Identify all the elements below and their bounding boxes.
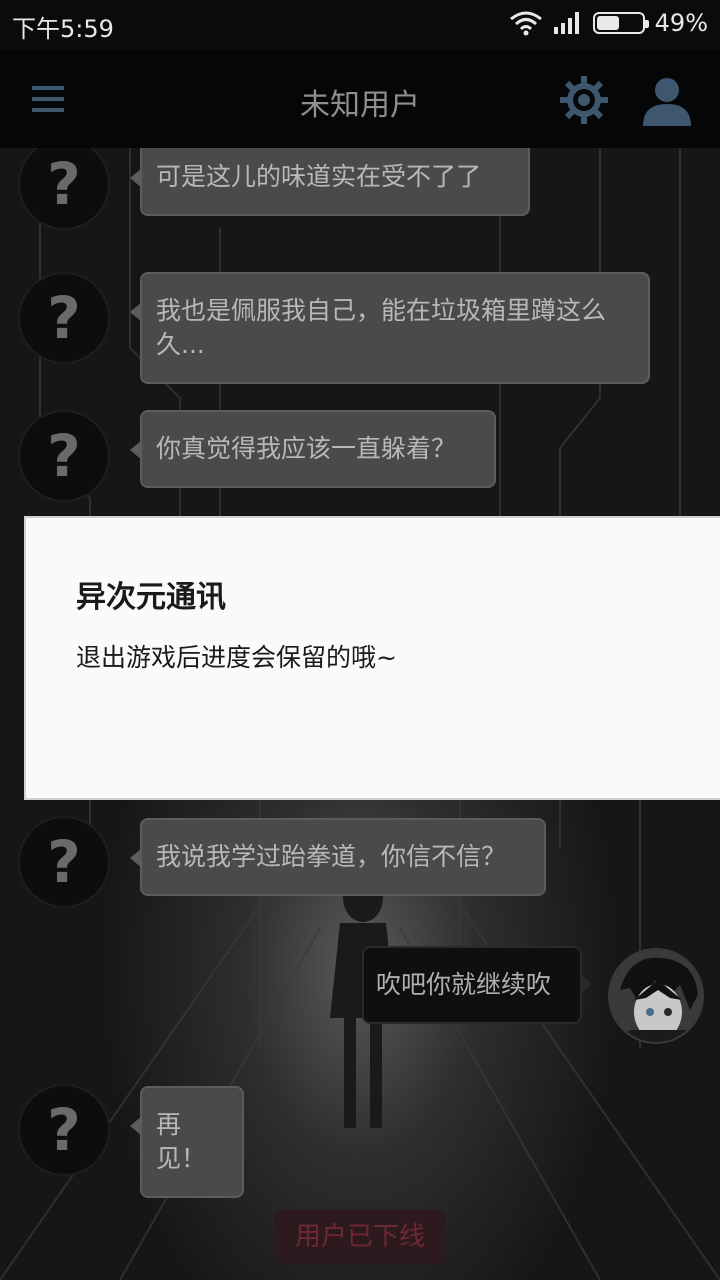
battery-percent: 49%: [654, 9, 708, 37]
user-avatar[interactable]: [608, 948, 704, 1044]
user-avatar-image: [610, 950, 702, 1042]
status-icons: 49%: [509, 9, 708, 37]
message-text: 我说我学过跆拳道，你信不信？: [156, 842, 507, 871]
message-bubble: 我说我学过跆拳道，你信不信？: [130, 818, 546, 896]
message-bubble: 你真觉得我应该一直躲着？: [130, 410, 496, 488]
dialog-message: 退出游戏后进度会保留的哦~: [76, 643, 397, 672]
status-time: 下午5:59: [12, 15, 114, 43]
dialog-title: 异次元通讯: [76, 580, 226, 615]
status-bar: 下午5:59 49%: [0, 0, 720, 50]
message-text: 你真觉得我应该一直躲着？: [156, 434, 457, 463]
unknown-avatar[interactable]: ?: [18, 1084, 110, 1176]
gear-icon[interactable]: [558, 74, 610, 126]
unknown-avatar[interactable]: ?: [18, 272, 110, 364]
wifi-icon: [509, 11, 542, 36]
user-profile-icon[interactable]: [640, 74, 694, 128]
page-title: 未知用户: [300, 88, 420, 123]
signal-icon: [553, 12, 579, 34]
message-bubble: 再见！: [130, 1086, 244, 1198]
message-text: 吹吧你就继续吹: [376, 970, 552, 999]
message-bubble: 我也是佩服我自己，能在垃圾箱里蹲这么久...: [130, 272, 650, 384]
battery-icon: [592, 12, 649, 34]
unknown-avatar[interactable]: ?: [18, 410, 110, 502]
battery-fill: [596, 16, 619, 30]
message-text: 再见！: [156, 1110, 207, 1173]
message-bubble: 可是这儿的味道实在受不了了: [130, 148, 530, 216]
message-text: 可是这儿的味道实在受不了了: [156, 162, 482, 191]
offline-status-badge: 用户已下线: [274, 1210, 446, 1264]
unknown-avatar[interactable]: ?: [18, 816, 110, 908]
message-text: 我也是佩服我自己，能在垃圾箱里蹲这么久...: [156, 296, 607, 359]
message-bubble-self: 吹吧你就继续吹: [362, 946, 592, 1024]
exit-dialog[interactable]: 异次元通讯 退出游戏后进度会保留的哦~: [24, 516, 720, 800]
top-bar: 未知用户: [0, 50, 720, 148]
